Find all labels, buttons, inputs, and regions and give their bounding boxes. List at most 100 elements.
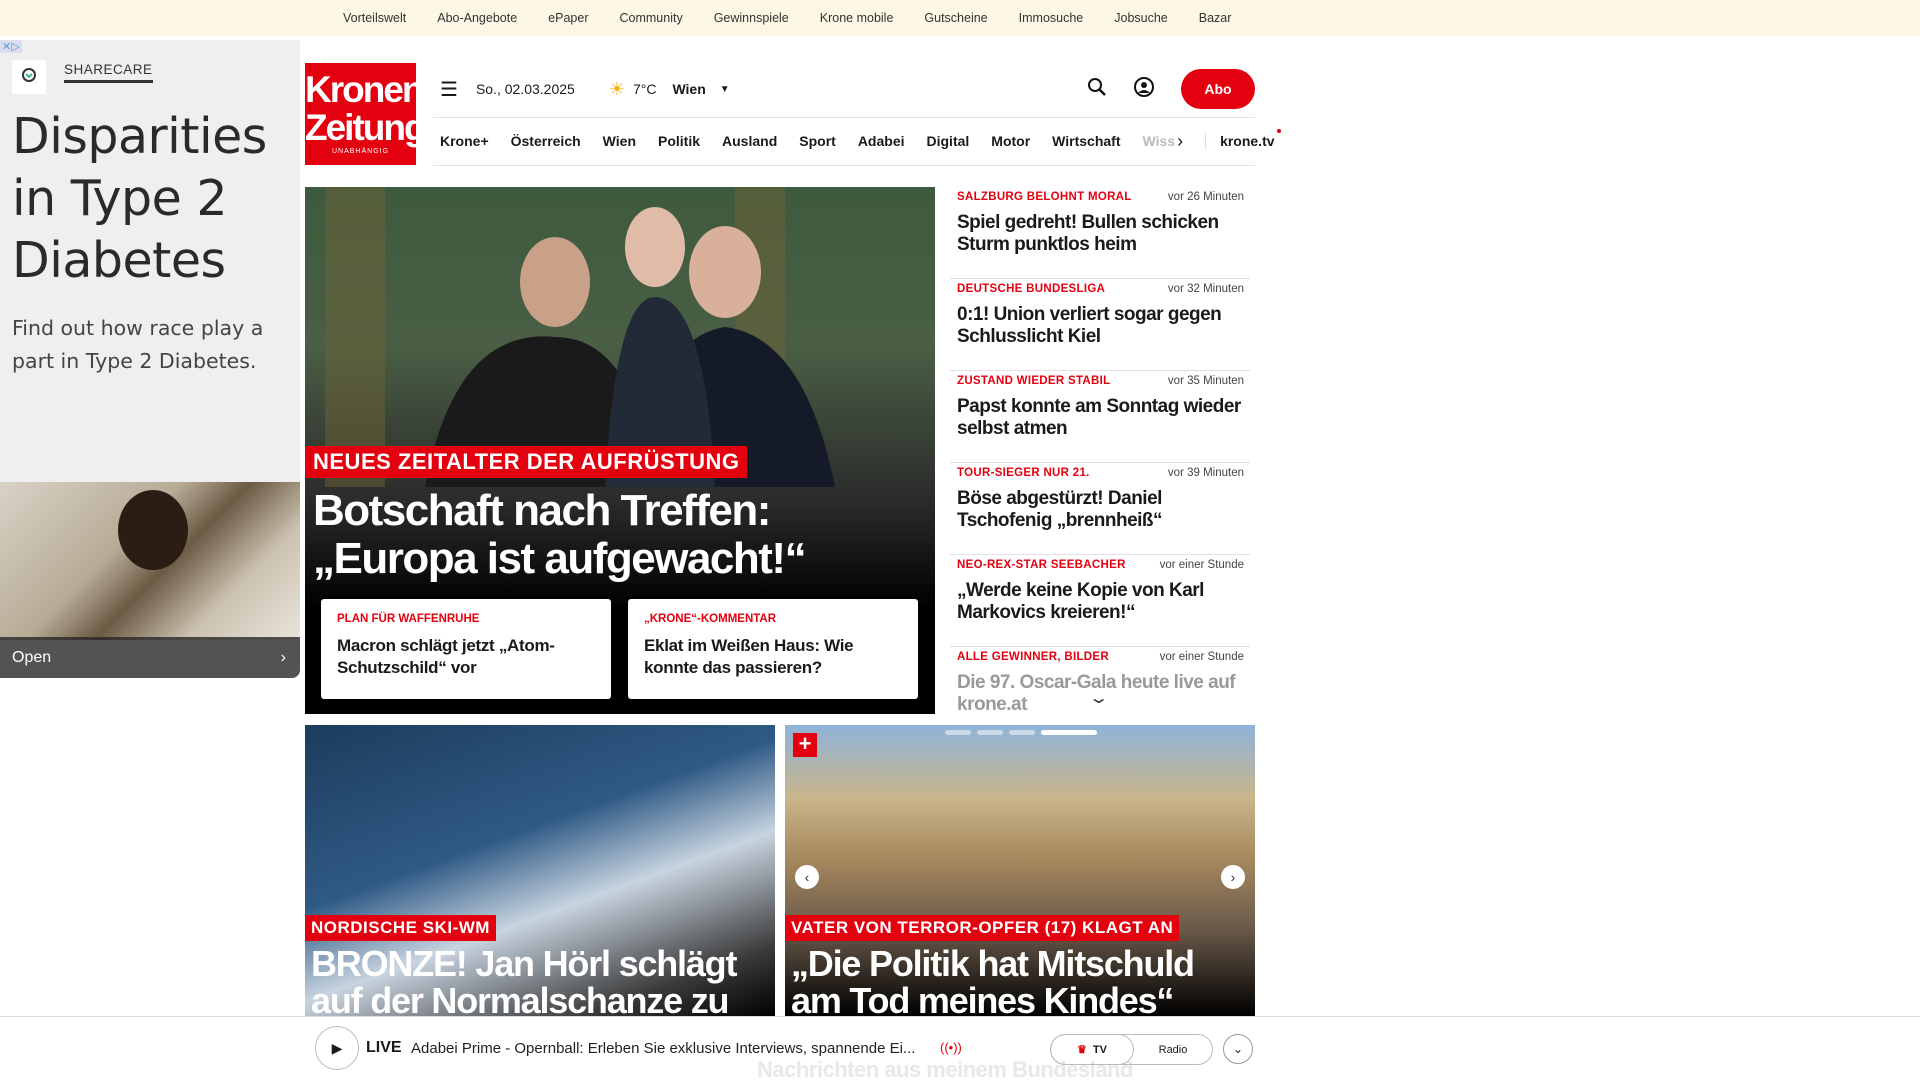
nav-motor[interactable]: Motor (991, 133, 1030, 149)
news-title: 0:1! Union verliert sogar gegen Schlussl… (957, 304, 1222, 347)
live-stream-title[interactable]: Adabei Prime - Opernball: Erleben Sie ex… (411, 1040, 915, 1057)
divider (433, 165, 1255, 166)
caret-down-icon[interactable]: ▼ (720, 84, 730, 95)
top-link-bazar[interactable]: Bazar (1199, 11, 1232, 25)
news-time: vor 32 Minuten (1167, 283, 1244, 295)
card-headline: „Die Politik hat Mitschuld am Tod meines… (791, 943, 1195, 1016)
krone-plus-icon: + (793, 733, 817, 757)
top-link-krone-mobile[interactable]: Krone mobile (820, 11, 894, 25)
news-title: „Werde keine Kopie von Karl Markovics kr… (957, 580, 1204, 623)
logo-line2: Zeitung (305, 107, 427, 148)
tv-label: TV (1092, 1043, 1107, 1056)
hero-image (325, 187, 835, 487)
nav-sport[interactable]: Sport (799, 133, 836, 149)
ad-brand: SHARECARE (64, 62, 153, 83)
broadcast-icon: ((•)) (940, 1040, 962, 1055)
card-kicker: VATER VON TERROR-OPFER (17) KLAGT AN (785, 915, 1180, 941)
news-ticker-list: SALZBURG BELOHNT MORAL vor 26 Minuten Spie… (950, 187, 1250, 727)
tv-radio-toggle: ♛ TV Radio (1050, 1034, 1213, 1065)
sub-article-kicker: PLAN FÜR WAFFENRUHE (337, 613, 480, 625)
ad-open-label: Open (12, 648, 52, 666)
list-item[interactable]: ALLE GEWINNER, BILDER vor einer Stunde Die… (950, 647, 1250, 727)
top-link-jobsuche[interactable]: Jobsuche (1114, 11, 1168, 25)
sharecare-logo-icon (12, 60, 46, 94)
news-kicker: SALZBURG BELOHNT MORAL (957, 191, 1132, 203)
list-item[interactable]: SALZBURG BELOHNT MORAL vor 26 Minuten Spie… (950, 187, 1250, 279)
news-time: vor 35 Minuten (1167, 375, 1244, 387)
news-title: Papst konnte am Sonntag wieder selbst at… (957, 396, 1241, 439)
sun-icon: ☀ (608, 78, 625, 99)
news-kicker: ALLE GEWINNER, BILDER (957, 651, 1109, 663)
ad-close-icon[interactable]: ✕▷ (0, 40, 22, 53)
nav-scroll-right-icon[interactable]: › (1177, 131, 1183, 152)
carousel-prev-icon[interactable]: ‹ (795, 865, 819, 889)
tv-tab[interactable]: ♛ TV (1050, 1034, 1134, 1065)
top-link-abo-angebote[interactable]: Abo-Angebote (437, 11, 517, 25)
hamburger-menu-icon[interactable]: ☰ (440, 77, 458, 102)
news-time: vor 26 Minuten (1167, 191, 1244, 203)
hero-kicker: NEUES ZEITALTER DER AUFRÜSTUNG (305, 446, 748, 478)
nav-krone-plus[interactable]: Krone+ (440, 133, 489, 149)
nav-oesterreich[interactable]: Österreich (511, 133, 581, 149)
list-item[interactable]: DEUTSCHE BUNDESLIGA vor 32 Minuten 0:1! Un… (950, 279, 1250, 371)
article-card[interactable]: NORDISCHE SKI-WM BRONZE! Jan Hörl schläg… (305, 725, 775, 1016)
ad-open-button[interactable]: Open › (0, 637, 300, 678)
nav-wissen[interactable]: Wiss (1143, 133, 1176, 149)
ad-headline: Disparities in Type 2 Diabetes (12, 108, 267, 289)
top-link-epaper[interactable]: ePaper (548, 11, 588, 25)
sub-article-kicker: „KRONE“-KOMMENTAR (644, 613, 777, 625)
article-card-carousel[interactable]: + ‹ › VATER VON TERROR-OPFER (17) KLAGT … (785, 725, 1255, 1016)
nav-krone-tv[interactable]: krone.tv (1205, 129, 1282, 149)
kronen-zeitung-logo[interactable]: Kronen Zeitung UNABHÄNGIG (305, 63, 427, 165)
logo-line1: Kronen (305, 69, 424, 110)
expand-list-chevron-down-icon[interactable]: ⌄ (1088, 688, 1109, 708)
nav-digital[interactable]: Digital (927, 133, 970, 149)
abo-button[interactable]: Abo (1181, 69, 1255, 109)
top-link-vorteilswelt[interactable]: Vorteilswelt (343, 11, 406, 25)
top-link-immosuche[interactable]: Immosuche (1019, 11, 1084, 25)
hero-article[interactable]: NEUES ZEITALTER DER AUFRÜSTUNG Botschaft… (305, 187, 935, 714)
play-button[interactable]: ▶ (315, 1026, 359, 1070)
sub-article[interactable]: PLAN FÜR WAFFENRUHE Macron schlägt jetzt… (321, 599, 611, 699)
sub-article-title: Eklat im Weißen Haus: Wie konnte das pas… (644, 636, 854, 677)
news-kicker: TOUR-SIEGER NUR 21. (957, 467, 1090, 479)
divider (433, 117, 1255, 118)
live-player-bar: Nachrichten aus meinem Bundesland ▶ LIVE… (0, 1016, 1920, 1082)
carousel-next-icon[interactable]: › (1221, 865, 1245, 889)
top-links-bar: Vorteilswelt Abo-Angebote ePaper Communi… (0, 0, 1920, 36)
list-item[interactable]: ZUSTAND WIEDER STABIL vor 35 Minuten Papst… (950, 371, 1250, 463)
nav-politik[interactable]: Politik (658, 133, 700, 149)
news-title: Böse abgestürzt! Daniel Tschofenig „bren… (957, 488, 1163, 531)
radio-tab[interactable]: Radio (1134, 1044, 1212, 1056)
top-link-community[interactable]: Community (619, 11, 682, 25)
ad-image (0, 482, 300, 640)
news-kicker: NEO-REX-STAR SEEBACHER (957, 559, 1126, 571)
weather-temp: 7°C (632, 81, 657, 97)
main-nav: Krone+ Österreich Wien Politik Ausland S… (440, 128, 1282, 154)
nav-wirtschaft[interactable]: Wirtschaft (1052, 133, 1120, 149)
live-label: LIVE (366, 1039, 402, 1056)
top-link-gewinnspiele[interactable]: Gewinnspiele (714, 11, 789, 25)
user-account-icon[interactable] (1133, 76, 1155, 103)
top-link-gutscheine[interactable]: Gutscheine (924, 11, 987, 25)
card-kicker: NORDISCHE SKI-WM (305, 915, 496, 941)
card-headline: BRONZE! Jan Hörl schlägt auf der Normals… (311, 943, 737, 1016)
news-title: Spiel gedreht! Bullen schicken Sturm pun… (957, 212, 1219, 255)
nav-wien[interactable]: Wien (603, 133, 636, 149)
header-date: So., 02.03.2025 (475, 81, 575, 97)
chevron-right-icon: › (280, 648, 286, 666)
carousel-indicator[interactable] (945, 730, 1097, 735)
advertisement[interactable]: ✕▷ SHARECARE Disparities in Type 2 Diabe… (0, 40, 300, 678)
news-kicker: DEUTSCHE BUNDESLIGA (957, 283, 1106, 295)
city-select[interactable]: Wien (672, 81, 705, 97)
list-item[interactable]: TOUR-SIEGER NUR 21. vor 39 Minuten Böse ab… (950, 463, 1250, 555)
sub-article[interactable]: „KRONE“-KOMMENTAR Eklat im Weißen Haus: … (628, 599, 918, 699)
nav-ausland[interactable]: Ausland (722, 133, 777, 149)
hero-headline[interactable]: Botschaft nach Treffen: „Europa ist aufg… (313, 487, 933, 583)
expand-player-chevron-icon[interactable]: ⌄ (1223, 1034, 1253, 1064)
nav-adabei[interactable]: Adabei (858, 133, 905, 149)
search-icon[interactable] (1087, 77, 1107, 102)
header: ☰ So., 02.03.2025 ☀ 7°C Wien ▼ Abo (440, 69, 1255, 109)
list-item[interactable]: NEO-REX-STAR SEEBACHER vor einer Stunde „W… (950, 555, 1250, 647)
logo-tagline: UNABHÄNGIG (331, 148, 390, 155)
